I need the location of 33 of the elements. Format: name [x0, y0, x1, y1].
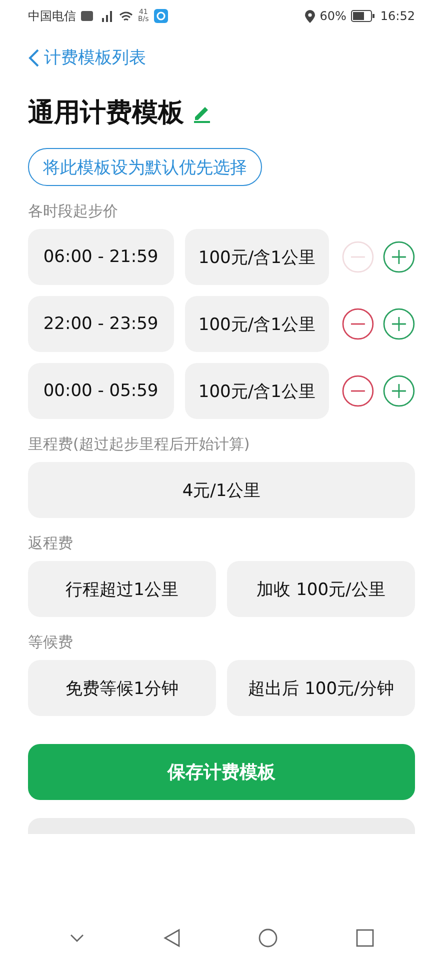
back-icon [28, 48, 40, 68]
waiting-fee-field[interactable]: 免费等候1分钟 [28, 660, 216, 716]
collapse-icon[interactable] [68, 933, 85, 943]
time-range-field[interactable]: 22:00 - 23:59 [28, 296, 174, 352]
clock-time: 16:52 [380, 9, 415, 23]
add-icon[interactable] [383, 308, 415, 340]
add-icon[interactable] [383, 375, 415, 407]
mileage-fee-field[interactable]: 4元/1公里 [28, 462, 415, 518]
carrier-name: 中国电信 [28, 8, 76, 24]
recents-icon[interactable] [356, 929, 374, 947]
return-fee-field[interactable]: 行程超过1公里 [28, 561, 216, 617]
add-icon[interactable] [383, 241, 415, 273]
battery-icon [351, 10, 376, 22]
home-icon[interactable] [258, 928, 278, 948]
time-range-field[interactable]: 00:00 - 05:59 [28, 363, 174, 419]
remove-icon[interactable] [342, 308, 374, 340]
price-field[interactable]: 100元/含1公里 [184, 229, 330, 285]
back-icon[interactable] [162, 928, 181, 948]
section-label: 返程费 [28, 534, 74, 553]
location-icon [304, 10, 315, 22]
price-field[interactable]: 100元/含1公里 [184, 296, 330, 352]
wifi-icon [119, 10, 133, 22]
page-title: 通用计费模板 [28, 97, 184, 130]
section-label: 各时段起步价 [28, 202, 119, 221]
price-field[interactable]: 100元/含1公里 [184, 363, 330, 419]
battery-percent: 60% [320, 9, 346, 23]
section-label: 里程费(超过起步里程后开始计算) [28, 435, 251, 454]
remove-icon[interactable] [342, 375, 374, 407]
waiting-fee-field[interactable]: 超出后 100元/分钟 [227, 660, 415, 716]
time-range-field[interactable]: 06:00 - 21:59 [28, 229, 174, 285]
return-fee-field[interactable]: 加收 100元/公里 [227, 561, 415, 617]
section-label: 等候费 [28, 633, 74, 652]
app-icon [154, 9, 168, 23]
